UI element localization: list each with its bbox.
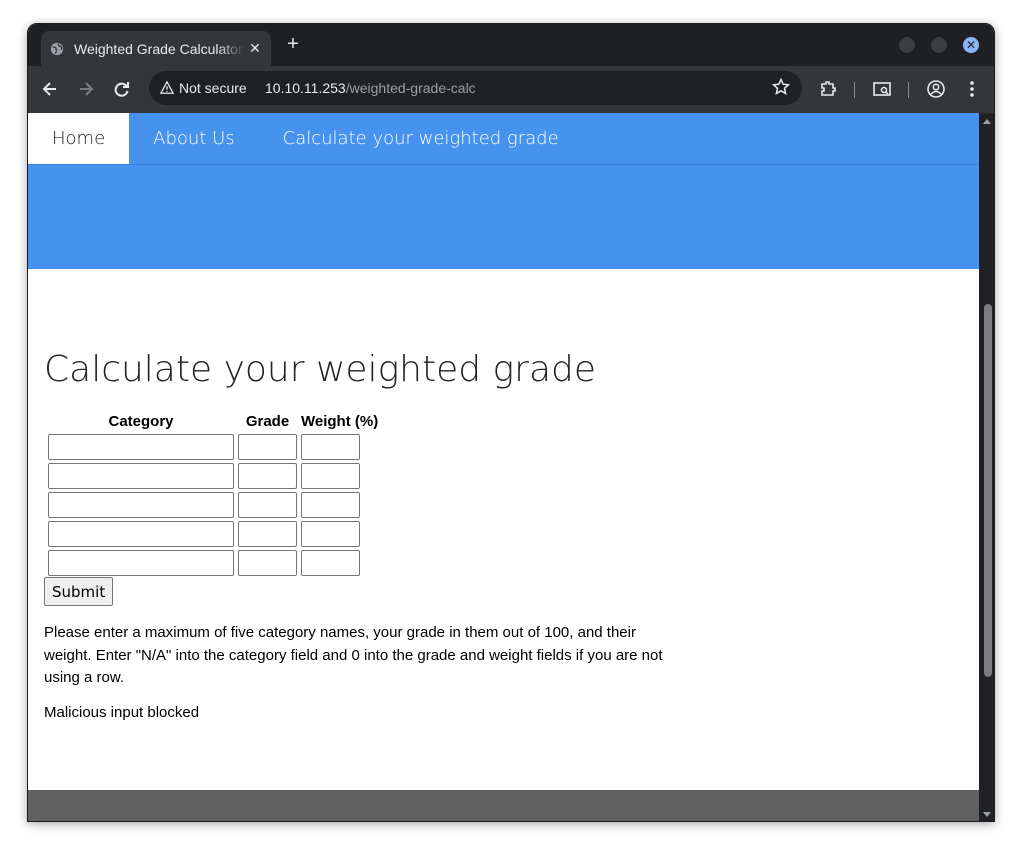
nav-item-about-us[interactable]: About Us	[129, 113, 259, 164]
menu-icon[interactable]	[962, 79, 982, 99]
grade-input[interactable]	[238, 434, 297, 460]
column-header-grade: Grade	[245, 413, 290, 430]
top-nav: Home About Us Calculate your weighted gr…	[28, 113, 979, 165]
table-row	[48, 550, 378, 576]
scroll-down-icon[interactable]	[983, 812, 991, 817]
browser-tab[interactable]: Weighted Grade Calculator ✕	[41, 31, 271, 66]
new-tab-button[interactable]: +	[283, 34, 303, 54]
category-input[interactable]	[48, 521, 234, 547]
browser-window: Weighted Grade Calculator ✕ + ✕ Not secu…	[27, 23, 995, 822]
reload-icon[interactable]	[112, 79, 132, 99]
url-path: /weighted-grade-calc	[345, 80, 476, 96]
security-label: Not secure	[179, 80, 247, 96]
weight-input[interactable]	[301, 521, 360, 547]
column-header-category: Category	[108, 413, 174, 430]
back-icon[interactable]	[40, 79, 60, 99]
grade-input[interactable]	[238, 463, 297, 489]
minimize-button[interactable]	[899, 37, 915, 53]
toolbar-separator	[908, 82, 909, 98]
forward-icon[interactable]	[76, 79, 96, 99]
browser-toolbar: Not secure 10.10.11.253/weighted-grade-c…	[28, 66, 994, 113]
close-tab-icon[interactable]: ✕	[247, 40, 263, 56]
category-input[interactable]	[48, 434, 234, 460]
grade-input[interactable]	[238, 550, 297, 576]
instructions-text: Please enter a maximum of five category …	[44, 624, 663, 686]
category-input[interactable]	[48, 463, 234, 489]
table-row	[48, 521, 378, 547]
nav-item-calculate[interactable]: Calculate your weighted grade	[259, 113, 583, 164]
submit-button[interactable]: Submit	[44, 577, 114, 606]
grade-table: Category Grade Weight (%)	[44, 410, 382, 579]
hero-banner	[28, 165, 979, 269]
scroll-thumb[interactable]	[984, 304, 992, 677]
category-input[interactable]	[48, 492, 234, 518]
extensions-icon[interactable]	[818, 79, 838, 99]
weight-input[interactable]	[301, 550, 360, 576]
globe-icon	[50, 42, 64, 55]
star-icon[interactable]	[771, 77, 791, 101]
weight-input[interactable]	[301, 434, 360, 460]
tab-title: Weighted Grade Calculator	[74, 40, 243, 57]
table-row	[48, 463, 378, 489]
warning-icon	[160, 81, 174, 94]
grade-input[interactable]	[238, 521, 297, 547]
table-row	[48, 492, 378, 518]
column-header-weight: Weight (%)	[301, 413, 379, 430]
weight-input[interactable]	[301, 463, 360, 489]
grade-input[interactable]	[238, 492, 297, 518]
toolbar-separator	[854, 82, 855, 98]
category-input[interactable]	[48, 550, 234, 576]
page-footer	[28, 790, 979, 821]
nav-item-home[interactable]: Home	[28, 113, 130, 164]
profile-icon[interactable]	[926, 79, 946, 99]
weight-input[interactable]	[301, 492, 360, 518]
address-bar[interactable]: Not secure 10.10.11.253/weighted-grade-c…	[149, 71, 802, 105]
url-host: 10.10.11.253	[265, 80, 346, 96]
maximize-button[interactable]	[931, 37, 947, 53]
page-title: Calculate your weighted grade	[44, 349, 597, 390]
status-message: Malicious input blocked	[44, 704, 200, 721]
url-text[interactable]: 10.10.11.253/weighted-grade-calc	[265, 80, 476, 96]
scroll-up-icon[interactable]	[983, 119, 991, 124]
vertical-scrollbar[interactable]	[979, 113, 994, 821]
security-chip[interactable]: Not secure	[154, 76, 255, 100]
tab-search-icon[interactable]	[872, 79, 892, 99]
table-row	[48, 434, 378, 460]
page-viewport: Home About Us Calculate your weighted gr…	[28, 113, 979, 821]
tab-strip: Weighted Grade Calculator ✕ + ✕	[28, 24, 994, 66]
window-close-button[interactable]: ✕	[963, 37, 979, 53]
